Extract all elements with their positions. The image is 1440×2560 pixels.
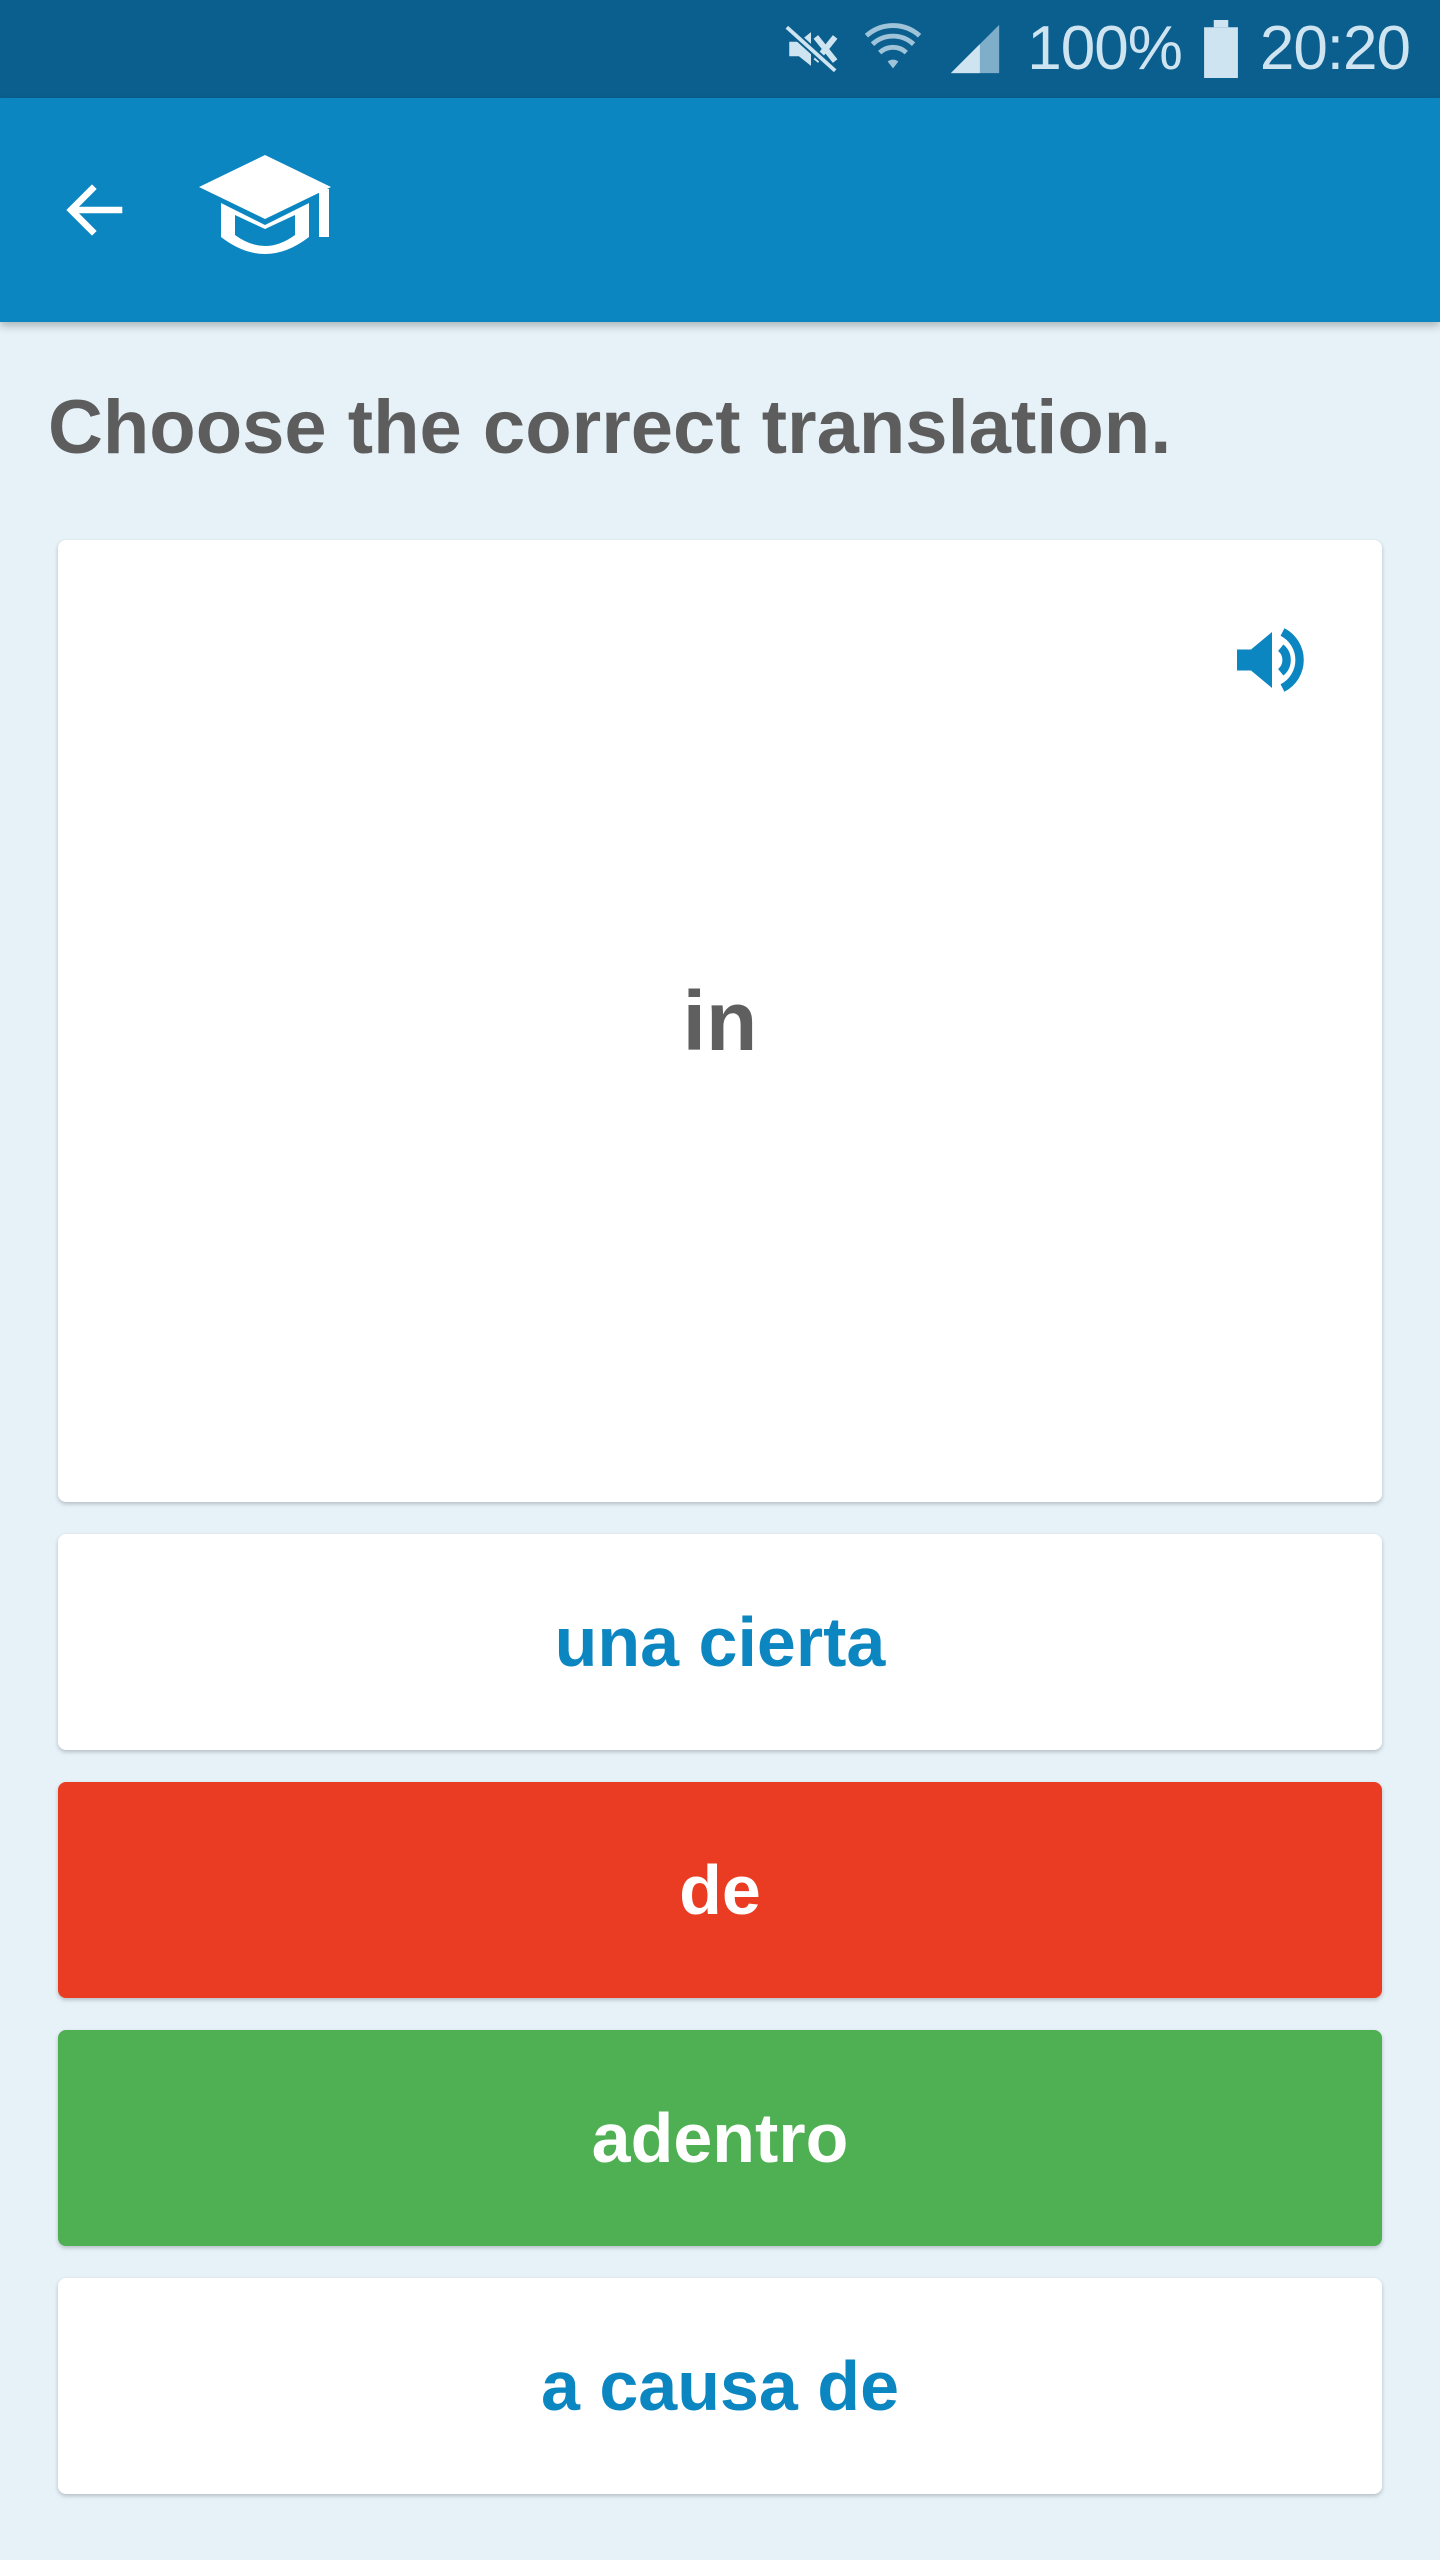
back-button[interactable] [40, 160, 150, 260]
battery-icon [1203, 20, 1238, 78]
app-bar [0, 98, 1440, 322]
wifi-icon [863, 19, 923, 79]
instruction-text: Choose the correct translation. [48, 385, 1172, 470]
arrow-left-icon [66, 184, 123, 236]
mute-icon [781, 19, 841, 79]
answer-option-1[interactable]: una cierta [58, 1534, 1382, 1750]
answer-option-4[interactable]: a causa de [58, 2278, 1382, 2494]
graduation-cap-icon [195, 153, 335, 268]
answer-option-3[interactable]: adentro [58, 2030, 1382, 2246]
answer-option-2[interactable]: de [58, 1782, 1382, 1998]
prompt-word: in [682, 973, 758, 1068]
clock: 20:20 [1259, 14, 1411, 83]
battery-percent: 100% [1027, 14, 1183, 83]
word-card: in [58, 540, 1382, 1502]
status-bar: 100% 20:20 [0, 0, 1440, 98]
signal-icon [945, 19, 1005, 79]
